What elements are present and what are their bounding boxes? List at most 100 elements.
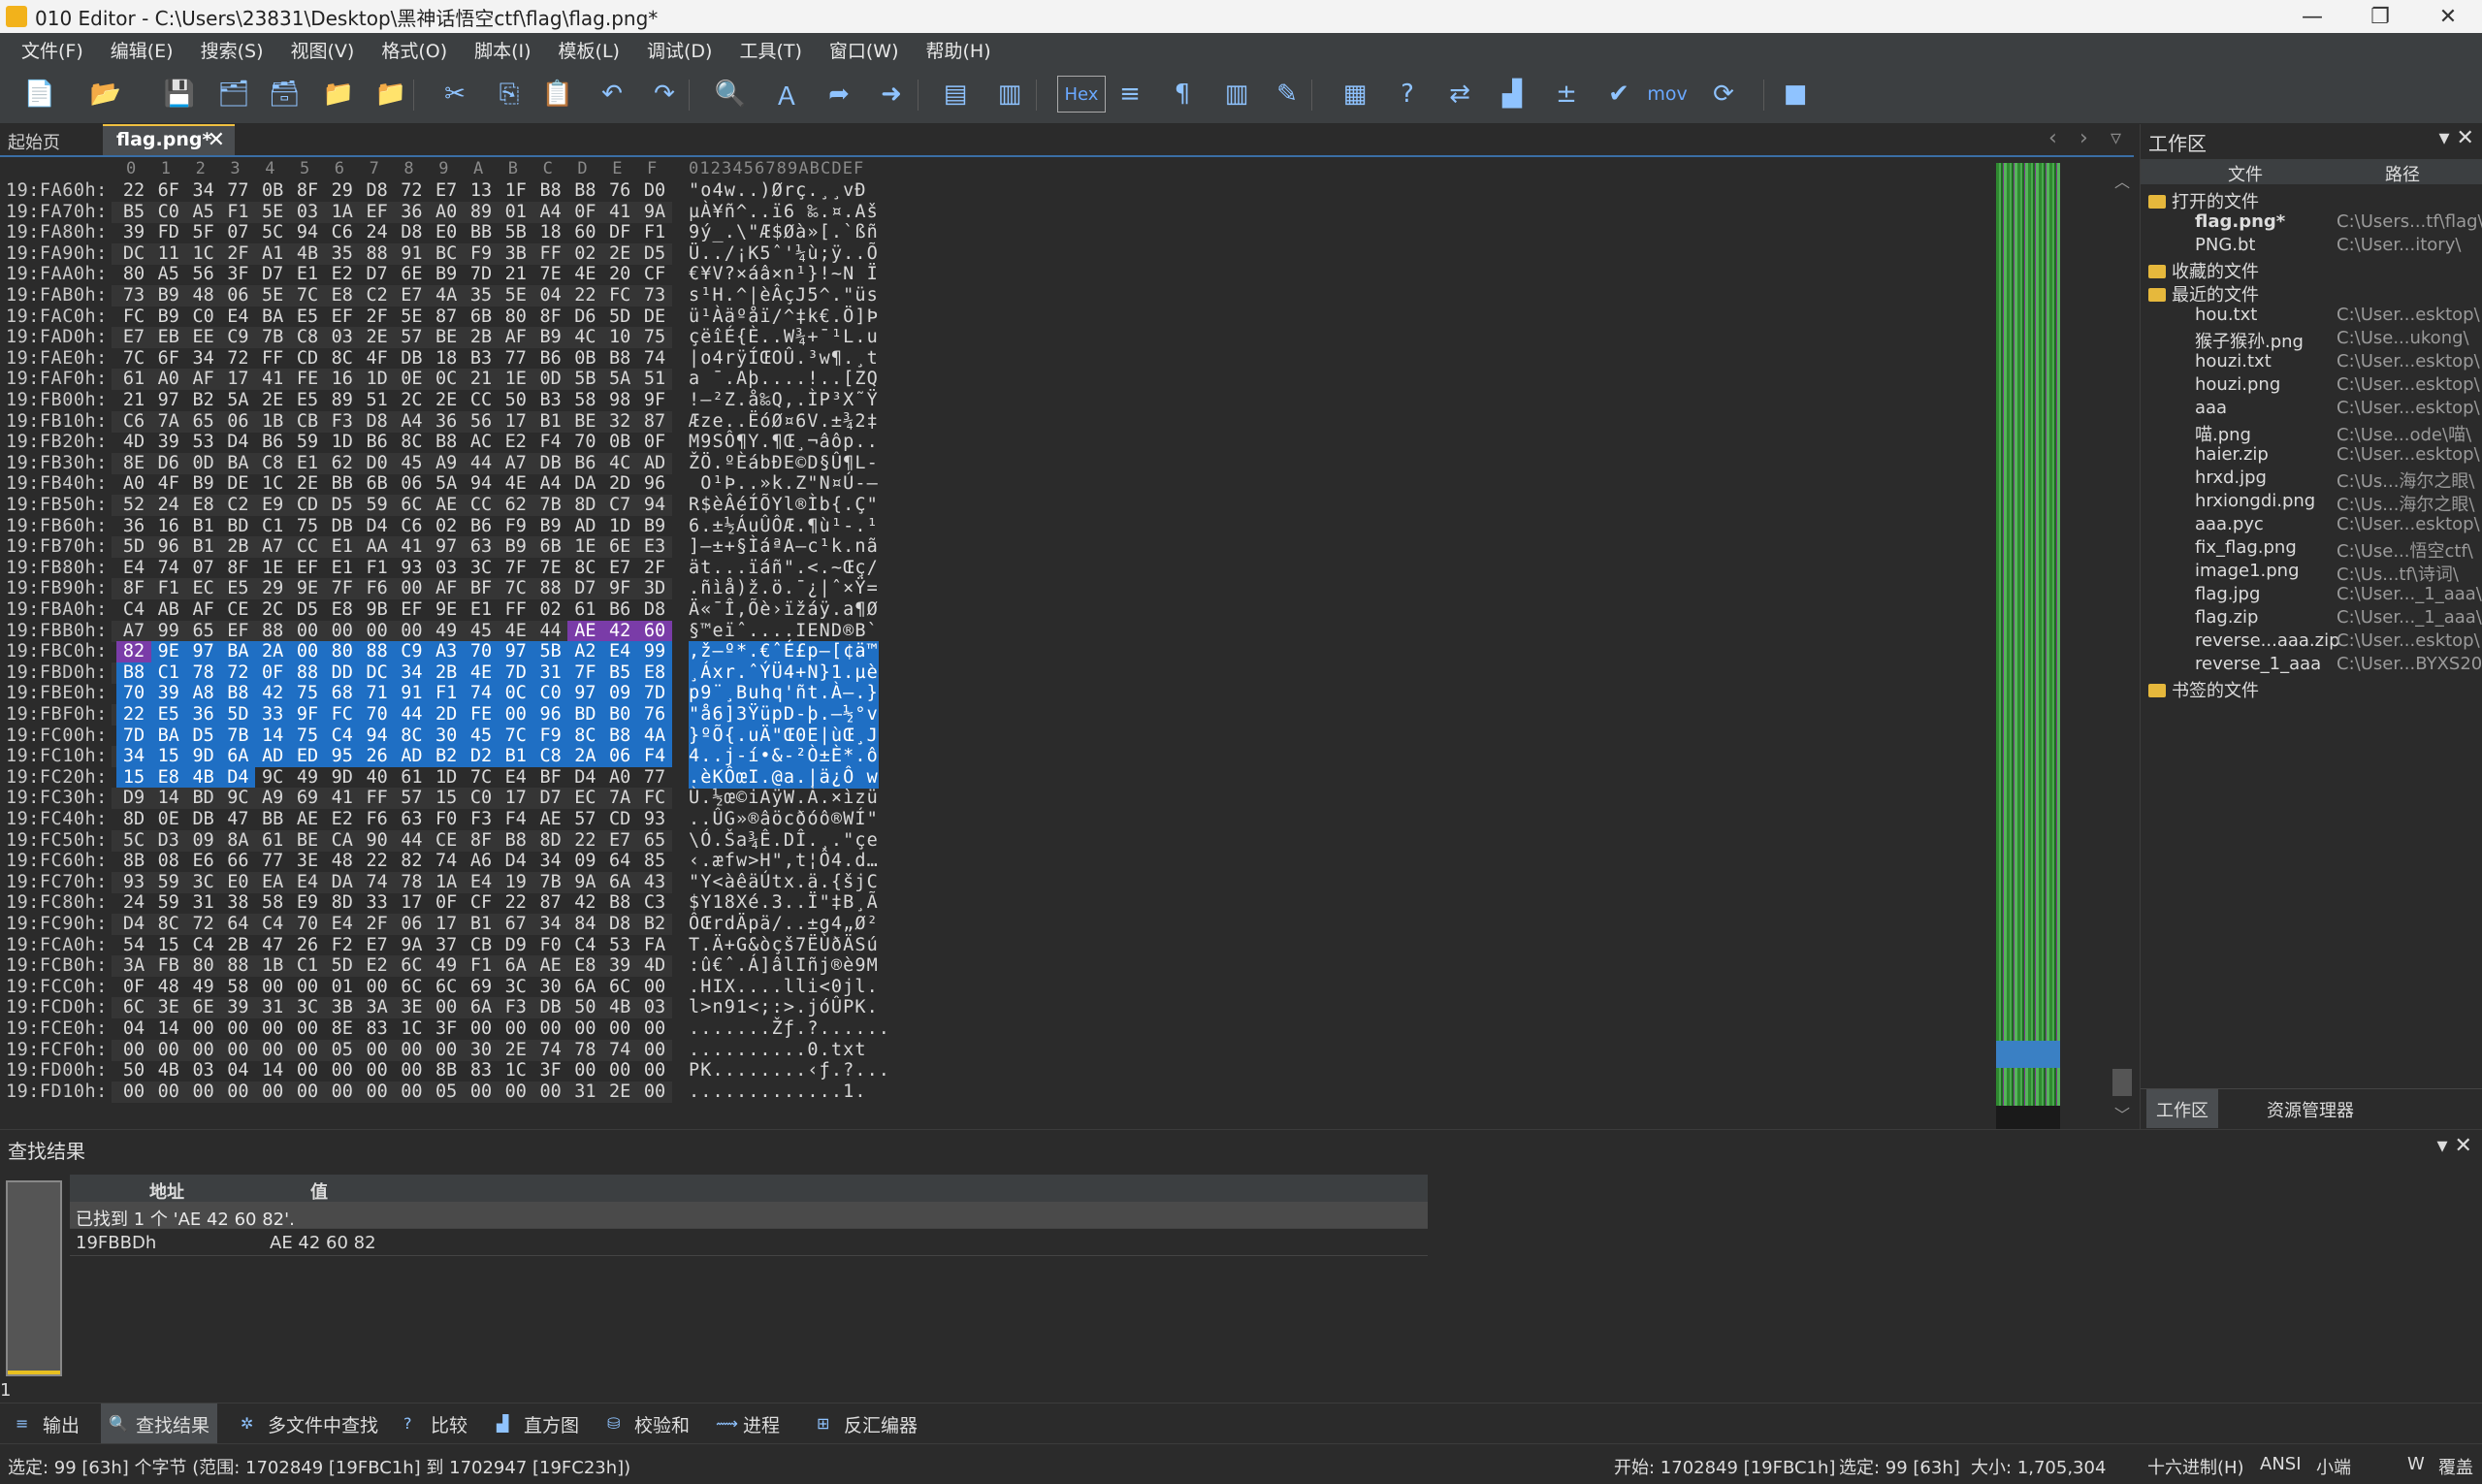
- hex-byte[interactable]: EE: [186, 327, 221, 348]
- ascii-text[interactable]: |o4rÿÍŒOÛ.³w¶.¸t: [689, 348, 879, 370]
- hex-row[interactable]: 19:FC90h: D4 8C 72 64 C4 70 E4 2F 06 17 B1 67 34 84 D8 B…: [0, 914, 1979, 935]
- list-item[interactable]: aaa.pyc C:\User...esktop\: [2141, 514, 2482, 537]
- hex-byte[interactable]: 14: [255, 1060, 290, 1081]
- hex-byte[interactable]: 51: [360, 390, 395, 411]
- hex-row[interactable]: 19:FCC0h: 0F 48 49 58 00 00 01 00 6C 6C 69 3C 30 6A 6C 0…: [0, 977, 1979, 998]
- hex-byte[interactable]: 3F: [533, 1060, 568, 1081]
- hex-byte[interactable]: 77: [499, 348, 533, 370]
- ascii-text[interactable]: $Y18Xé.3..Ï"‡B¸Ã: [689, 892, 879, 914]
- hex-byte[interactable]: AF: [429, 578, 464, 599]
- hex-byte[interactable]: 7C: [498, 725, 533, 747]
- hex-byte[interactable]: DB: [394, 348, 429, 370]
- hex-byte[interactable]: E7: [360, 935, 395, 956]
- hex-byte[interactable]: CF: [464, 892, 499, 914]
- hex-byte[interactable]: DB: [186, 809, 221, 830]
- hex-byte[interactable]: 69: [464, 977, 499, 998]
- hex-byte[interactable]: 8D: [567, 495, 602, 516]
- scrollbar-thumb[interactable]: [2112, 1069, 2132, 1096]
- hex-byte[interactable]: 5B: [532, 641, 568, 663]
- hex-byte[interactable]: 47: [220, 809, 255, 830]
- hex-byte[interactable]: CC: [464, 390, 499, 411]
- hex-byte[interactable]: 1C: [255, 473, 290, 495]
- ascii-text[interactable]: O¹Þ..»k.Z"N¤Ú-–: [689, 473, 879, 495]
- template-icon[interactable]: ▤: [937, 76, 974, 113]
- hex-byte[interactable]: B8: [602, 892, 637, 914]
- hex-byte[interactable]: 36: [429, 411, 464, 433]
- hex-byte[interactable]: 03: [290, 202, 325, 223]
- status-endian[interactable]: 小端: [2316, 1454, 2351, 1479]
- checksum-icon[interactable]: ±: [1548, 76, 1585, 113]
- hex-byte[interactable]: 2B: [429, 661, 465, 684]
- hex-byte[interactable]: 01: [325, 977, 360, 998]
- hex-byte[interactable]: 2B: [464, 327, 499, 348]
- ascii-text[interactable]: ]–±+§ÌáªA—c¹k.nã: [689, 536, 879, 558]
- hex-byte[interactable]: 8B: [429, 1060, 464, 1081]
- ascii-text[interactable]: p9¨¸Buhq'ñt.À—.}: [689, 683, 879, 705]
- hex-byte[interactable]: F9: [532, 725, 568, 747]
- open-folder-icon[interactable]: 📂: [87, 76, 124, 113]
- ascii-text[interactable]: ,ž—º*.€ˆÉ£p—[¢ä™: [689, 641, 879, 663]
- hex-byte[interactable]: F0: [533, 935, 568, 956]
- hex-byte[interactable]: BC: [429, 243, 464, 265]
- hex-row[interactable]: 19:FBD0h: B8 C1 78 72 0F 88 DD DC 34 2B 4E 7D 31 7F B5 E…: [0, 661, 1979, 684]
- hex-byte[interactable]: D7: [255, 264, 290, 285]
- hex-byte[interactable]: B0: [602, 704, 638, 726]
- hex-byte[interactable]: 8F: [290, 180, 325, 202]
- hex-byte[interactable]: 6C: [394, 977, 429, 998]
- hex-byte[interactable]: 00: [464, 1081, 499, 1103]
- hex-byte[interactable]: 98: [602, 390, 637, 411]
- hex-byte[interactable]: 00: [255, 977, 290, 998]
- hex-byte[interactable]: 41: [602, 202, 637, 223]
- hex-byte[interactable]: B1: [533, 411, 568, 433]
- hex-byte[interactable]: FB: [151, 955, 186, 977]
- hex-byte[interactable]: 00: [567, 1060, 602, 1081]
- hex-byte[interactable]: 3E: [290, 851, 325, 872]
- hex-byte[interactable]: B2: [429, 746, 465, 768]
- ascii-text[interactable]: Ä«¯Î,Õè›ïžáÿ.a¶Ø: [689, 599, 879, 621]
- hex-byte[interactable]: 7C: [290, 285, 325, 306]
- hex-byte[interactable]: B9: [499, 536, 533, 558]
- hex-byte[interactable]: 60: [637, 620, 672, 642]
- hex-byte[interactable]: 4C: [602, 453, 637, 474]
- hex-byte[interactable]: 48: [325, 851, 360, 872]
- hex-byte[interactable]: BB: [325, 473, 360, 495]
- hex-byte[interactable]: CE: [429, 830, 464, 852]
- hex-byte[interactable]: 3C: [499, 977, 533, 998]
- hex-byte[interactable]: 96: [532, 704, 568, 726]
- hex-byte[interactable]: 69: [290, 788, 325, 809]
- hex-byte[interactable]: B6: [255, 432, 290, 453]
- hex-byte[interactable]: BD: [220, 516, 255, 537]
- hex-byte[interactable]: 62: [325, 453, 360, 474]
- hex-byte[interactable]: C1: [290, 955, 325, 977]
- hex-row[interactable]: 19:FA90h: DC 11 1C 2F A1 4B 35 88 91 BC F9 3B FF 02 2E D…: [0, 242, 1979, 265]
- hex-byte[interactable]: FA: [637, 935, 672, 956]
- hex-byte[interactable]: 5E: [394, 306, 429, 328]
- hex-byte[interactable]: 00: [429, 1040, 464, 1061]
- compare-icon[interactable]: ⇄: [1441, 76, 1478, 113]
- script-icon[interactable]: ▥: [991, 76, 1028, 113]
- hex-byte[interactable]: 57: [394, 327, 429, 348]
- save-icon[interactable]: 💾: [161, 76, 198, 113]
- hex-byte[interactable]: 4D: [637, 955, 672, 977]
- hex-byte[interactable]: B3: [464, 348, 499, 370]
- hex-byte[interactable]: A5: [151, 264, 186, 285]
- hex-byte[interactable]: B1: [464, 914, 499, 935]
- hex-byte[interactable]: 7D: [637, 683, 672, 705]
- hex-row[interactable]: 19:FB00h: 21 97 B2 5A 2E E5 89 51 2C 2E CC 50 B3 58 98 9…: [0, 390, 1979, 411]
- menu-item-3[interactable]: 视图(V): [277, 37, 369, 63]
- hex-byte[interactable]: 0D: [533, 369, 568, 390]
- hex-byte[interactable]: 61: [116, 369, 151, 390]
- hex-byte[interactable]: B8: [567, 180, 602, 202]
- hex-byte[interactable]: 07: [220, 222, 255, 243]
- hex-byte[interactable]: 13: [464, 180, 499, 202]
- hex-byte[interactable]: 59: [360, 495, 395, 516]
- hex-byte[interactable]: CB: [290, 411, 325, 433]
- close-window-button[interactable]: ✕: [2414, 0, 2482, 33]
- hex-byte[interactable]: 9C: [220, 788, 255, 809]
- hex-byte[interactable]: 2E: [290, 473, 325, 495]
- hex-byte[interactable]: 77: [255, 851, 290, 872]
- hex-byte[interactable]: 00: [464, 1018, 499, 1040]
- hex-byte[interactable]: 61: [255, 830, 290, 852]
- ascii-text[interactable]: ü¹Àäºåï/^‡k€.Ö]Þ: [689, 306, 879, 328]
- hex-byte[interactable]: 06: [394, 914, 429, 935]
